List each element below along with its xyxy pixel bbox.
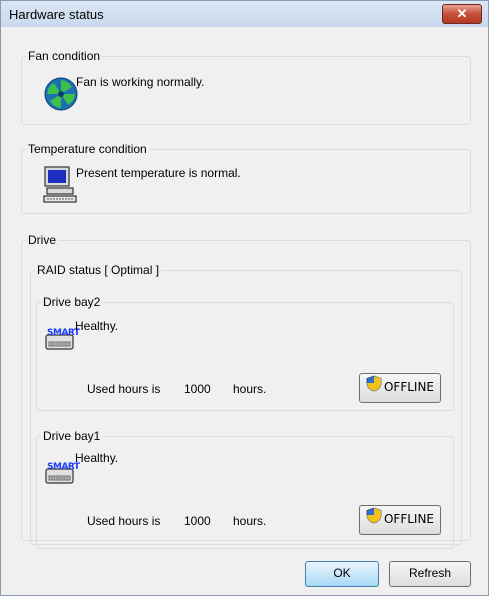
- raid-status-group: RAID status [ Optimal ] Drive bay2 SMART…: [30, 263, 462, 549]
- ok-button[interactable]: OK: [305, 561, 379, 587]
- temperature-status-text: Present temperature is normal.: [76, 166, 241, 180]
- used-hours-label: Used hours is: [87, 382, 161, 396]
- refresh-button[interactable]: Refresh: [389, 561, 471, 587]
- drive-bay-1-status: Healthy.: [75, 451, 119, 465]
- raid-status-legend: RAID status [ Optimal ]: [37, 263, 160, 277]
- drive-bay-1-group: Drive bay1 SMART Healthy. Used hours is …: [36, 429, 454, 549]
- fan-status-text: Fan is working normally.: [76, 75, 205, 89]
- smart-drive-icon: SMART: [45, 462, 80, 488]
- drive-group: Drive RAID status [ Optimal ] Drive bay2…: [21, 233, 471, 549]
- temperature-condition-group: Temperature condition Present temperatur…: [21, 142, 471, 214]
- computer-icon: [42, 166, 78, 207]
- uac-shield-icon: [366, 507, 382, 533]
- drive-bay-2-group: Drive bay2 SMART Healthy. Used hours is …: [36, 295, 454, 411]
- used-hours-value: 1000: [184, 382, 211, 396]
- dialog-body: Fan condition Fan is working normally. T…: [9, 33, 479, 588]
- window-title: Hardware status: [9, 7, 104, 22]
- smart-drive-icon: SMART: [45, 328, 80, 354]
- temperature-condition-legend: Temperature condition: [28, 142, 147, 156]
- uac-shield-icon: [366, 375, 382, 401]
- hardware-status-dialog: Hardware status ✕ Fan condition Fan is w…: [0, 0, 489, 596]
- used-hours-unit: hours.: [233, 514, 267, 528]
- drive-bay-2-legend: Drive bay2: [43, 295, 101, 309]
- fan-condition-legend: Fan condition: [28, 49, 101, 63]
- ok-button-label: OK: [333, 566, 351, 580]
- drive-bay-2-offline-button[interactable]: OFFLINE: [359, 373, 441, 403]
- fan-icon: [44, 77, 78, 114]
- close-button[interactable]: ✕: [442, 4, 482, 24]
- drive-legend: Drive: [28, 233, 57, 247]
- fan-condition-group: Fan condition Fan is working normally.: [21, 49, 471, 125]
- title-bar: Hardware status ✕: [1, 1, 488, 27]
- drive-bay-2-status: Healthy.: [75, 319, 119, 333]
- used-hours-value: 1000: [184, 514, 211, 528]
- refresh-button-label: Refresh: [408, 566, 452, 580]
- drive-bay-1-offline-button[interactable]: OFFLINE: [359, 505, 441, 535]
- used-hours-unit: hours.: [233, 382, 267, 396]
- drive-bay-1-legend: Drive bay1: [43, 429, 101, 443]
- used-hours-label: Used hours is: [87, 514, 161, 528]
- offline-button-label: OFFLINE: [383, 512, 435, 526]
- close-icon: ✕: [456, 6, 468, 21]
- offline-button-label: OFFLINE: [383, 380, 435, 394]
